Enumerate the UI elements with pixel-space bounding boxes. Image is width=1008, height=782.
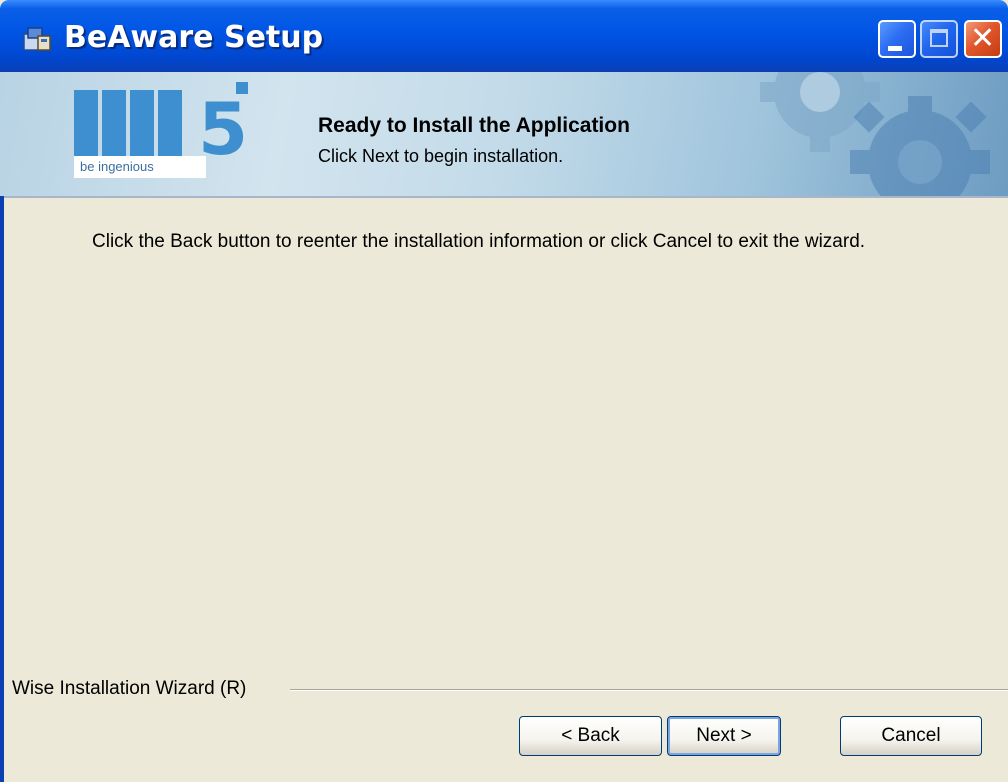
window-frame-left: [0, 196, 4, 782]
maximize-icon: [930, 29, 948, 47]
page-subtitle: Click Next to begin installation.: [318, 146, 564, 166]
cancel-button[interactable]: Cancel: [840, 716, 982, 756]
wizard-brand-label: Wise Installation Wizard (R): [12, 678, 263, 700]
title-bar[interactable]: BeAware Setup ✕: [0, 0, 1008, 72]
setup-window: BeAware Setup ✕ 5 be ingenious Ready to …: [0, 0, 1008, 782]
banner-divider: [0, 196, 1008, 198]
next-button[interactable]: Next >: [667, 716, 781, 756]
setup-installer-icon: [23, 27, 51, 51]
minimize-icon: [888, 46, 902, 51]
instruction-text: Click the Back button to reenter the ins…: [92, 231, 866, 252]
logo-dot: [236, 82, 248, 94]
minimize-button[interactable]: [878, 20, 916, 58]
close-icon: ✕: [970, 21, 996, 56]
footer-divider: [290, 689, 1008, 691]
gear-graphic: [850, 96, 990, 196]
back-button[interactable]: < Back: [519, 716, 662, 756]
logo-tagline: be ingenious: [74, 156, 206, 178]
window-title: BeAware Setup: [64, 20, 324, 55]
maximize-button[interactable]: [920, 20, 958, 58]
page-title: Ready to Install the Application: [318, 114, 630, 137]
close-button[interactable]: ✕: [964, 20, 1002, 58]
